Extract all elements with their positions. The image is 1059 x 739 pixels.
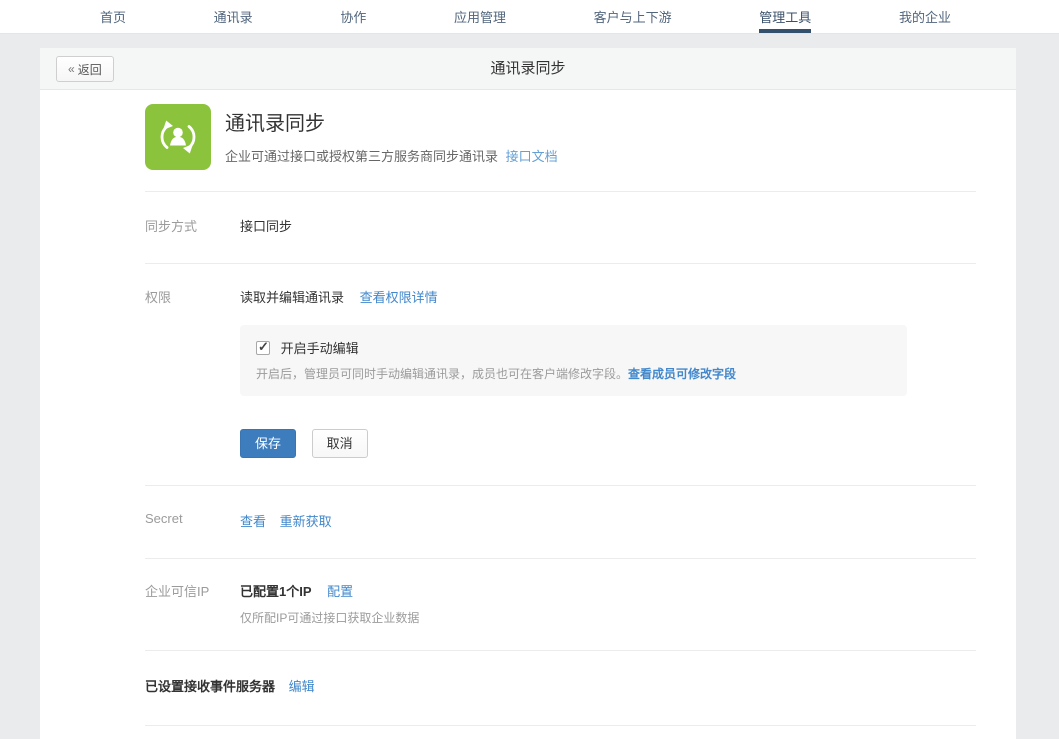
nav-tab-collaboration[interactable]: 协作: [340, 0, 366, 33]
back-button-label: 返回: [78, 61, 102, 78]
sync-method-value: 接口同步: [240, 216, 976, 235]
cancel-button[interactable]: 取消: [312, 429, 368, 458]
manual-edit-checkbox[interactable]: [256, 341, 270, 355]
section-trusted-ip: 企业可信IP 已配置1个IP 配置 仅所配IP可通过接口获取企业数据: [145, 558, 976, 650]
api-doc-link[interactable]: 接口文档: [506, 149, 558, 164]
app-header: 通讯录同步 企业可通过接口或授权第三方服务商同步通讯录 接口文档: [145, 90, 976, 191]
manual-edit-box: 开启手动编辑 开启后，管理员可同时手动编辑通讯录，成员也可在客户端修改字段。查看…: [240, 325, 907, 396]
app-subtitle-text: 企业可通过接口或授权第三方服务商同步通讯录: [225, 149, 498, 164]
contact-sync-icon: [145, 104, 211, 170]
trusted-ip-config-link[interactable]: 配置: [327, 584, 353, 599]
permission-value: 读取并编辑通讯录: [240, 290, 344, 305]
app-title: 通讯录同步: [225, 107, 558, 136]
section-close-sync: 关闭接口同步: [145, 725, 976, 739]
nav-tab-home[interactable]: 首页: [100, 0, 126, 33]
permission-label: 权限: [145, 287, 240, 458]
page-title: 通讯录同步: [40, 48, 1016, 90]
app-subtitle: 企业可通过接口或授权第三方服务商同步通讯录 接口文档: [225, 146, 558, 165]
manual-edit-row: 开启手动编辑: [256, 338, 891, 357]
card-body: 通讯录同步 企业可通过接口或授权第三方服务商同步通讯录 接口文档 同步方式 接口…: [40, 90, 1016, 739]
manual-edit-checkbox-label[interactable]: 开启手动编辑: [281, 341, 359, 356]
section-permission: 权限 读取并编辑通讯录 查看权限详情 开启手动编辑 开启后，管理员可同时手动编辑…: [145, 263, 976, 485]
contact-sync-icon-glyph: [154, 113, 202, 161]
app-head-text: 通讯录同步 企业可通过接口或授权第三方服务商同步通讯录 接口文档: [225, 104, 558, 170]
card-header: « 返回 通讯录同步: [40, 48, 1016, 90]
section-sync-method: 同步方式 接口同步: [145, 191, 976, 263]
nav-tab-app-management[interactable]: 应用管理: [454, 0, 506, 33]
secret-view-link[interactable]: 查看: [240, 514, 266, 529]
section-secret: Secret 查看 重新获取: [145, 485, 976, 558]
nav-tab-my-company[interactable]: 我的企业: [899, 0, 951, 33]
nav-tab-contacts[interactable]: 通讯录: [214, 0, 253, 33]
trusted-ip-value-line: 已配置1个IP 配置: [240, 581, 976, 600]
secret-refresh-link[interactable]: 重新获取: [280, 514, 332, 529]
event-server-edit-link[interactable]: 编辑: [289, 679, 315, 694]
permission-value-line: 读取并编辑通讯录 查看权限详情: [240, 287, 976, 306]
manual-edit-description: 开启后，管理员可同时手动编辑通讯录，成员也可在客户端修改字段。查看成员可修改字段: [256, 365, 891, 382]
nav-tab-admin-tools[interactable]: 管理工具: [759, 0, 811, 33]
trusted-ip-label: 企业可信IP: [145, 581, 240, 626]
trusted-ip-value: 已配置1个IP: [240, 584, 312, 599]
top-nav: 首页 通讯录 协作 应用管理 客户与上下游 管理工具 我的企业: [0, 0, 1059, 34]
back-chevrons-icon: «: [68, 62, 75, 76]
trusted-ip-note: 仅所配IP可通过接口获取企业数据: [240, 609, 976, 626]
permission-detail-link[interactable]: 查看权限详情: [360, 290, 438, 305]
back-button[interactable]: « 返回: [56, 56, 114, 82]
editable-fields-link[interactable]: 查看成员可修改字段: [628, 367, 736, 381]
event-server-text: 已设置接收事件服务器: [145, 679, 275, 694]
secret-label: Secret: [145, 511, 240, 530]
nav-tab-customers[interactable]: 客户与上下游: [594, 0, 672, 33]
permission-buttons: 保存 取消: [240, 429, 976, 458]
save-button[interactable]: 保存: [240, 429, 296, 458]
sync-method-label: 同步方式: [145, 216, 240, 235]
section-event-server: 已设置接收事件服务器 编辑: [145, 650, 976, 725]
content-card: « 返回 通讯录同步 通讯录同步: [40, 48, 1016, 739]
manual-edit-description-text: 开启后，管理员可同时手动编辑通讯录，成员也可在客户端修改字段。: [256, 367, 628, 381]
